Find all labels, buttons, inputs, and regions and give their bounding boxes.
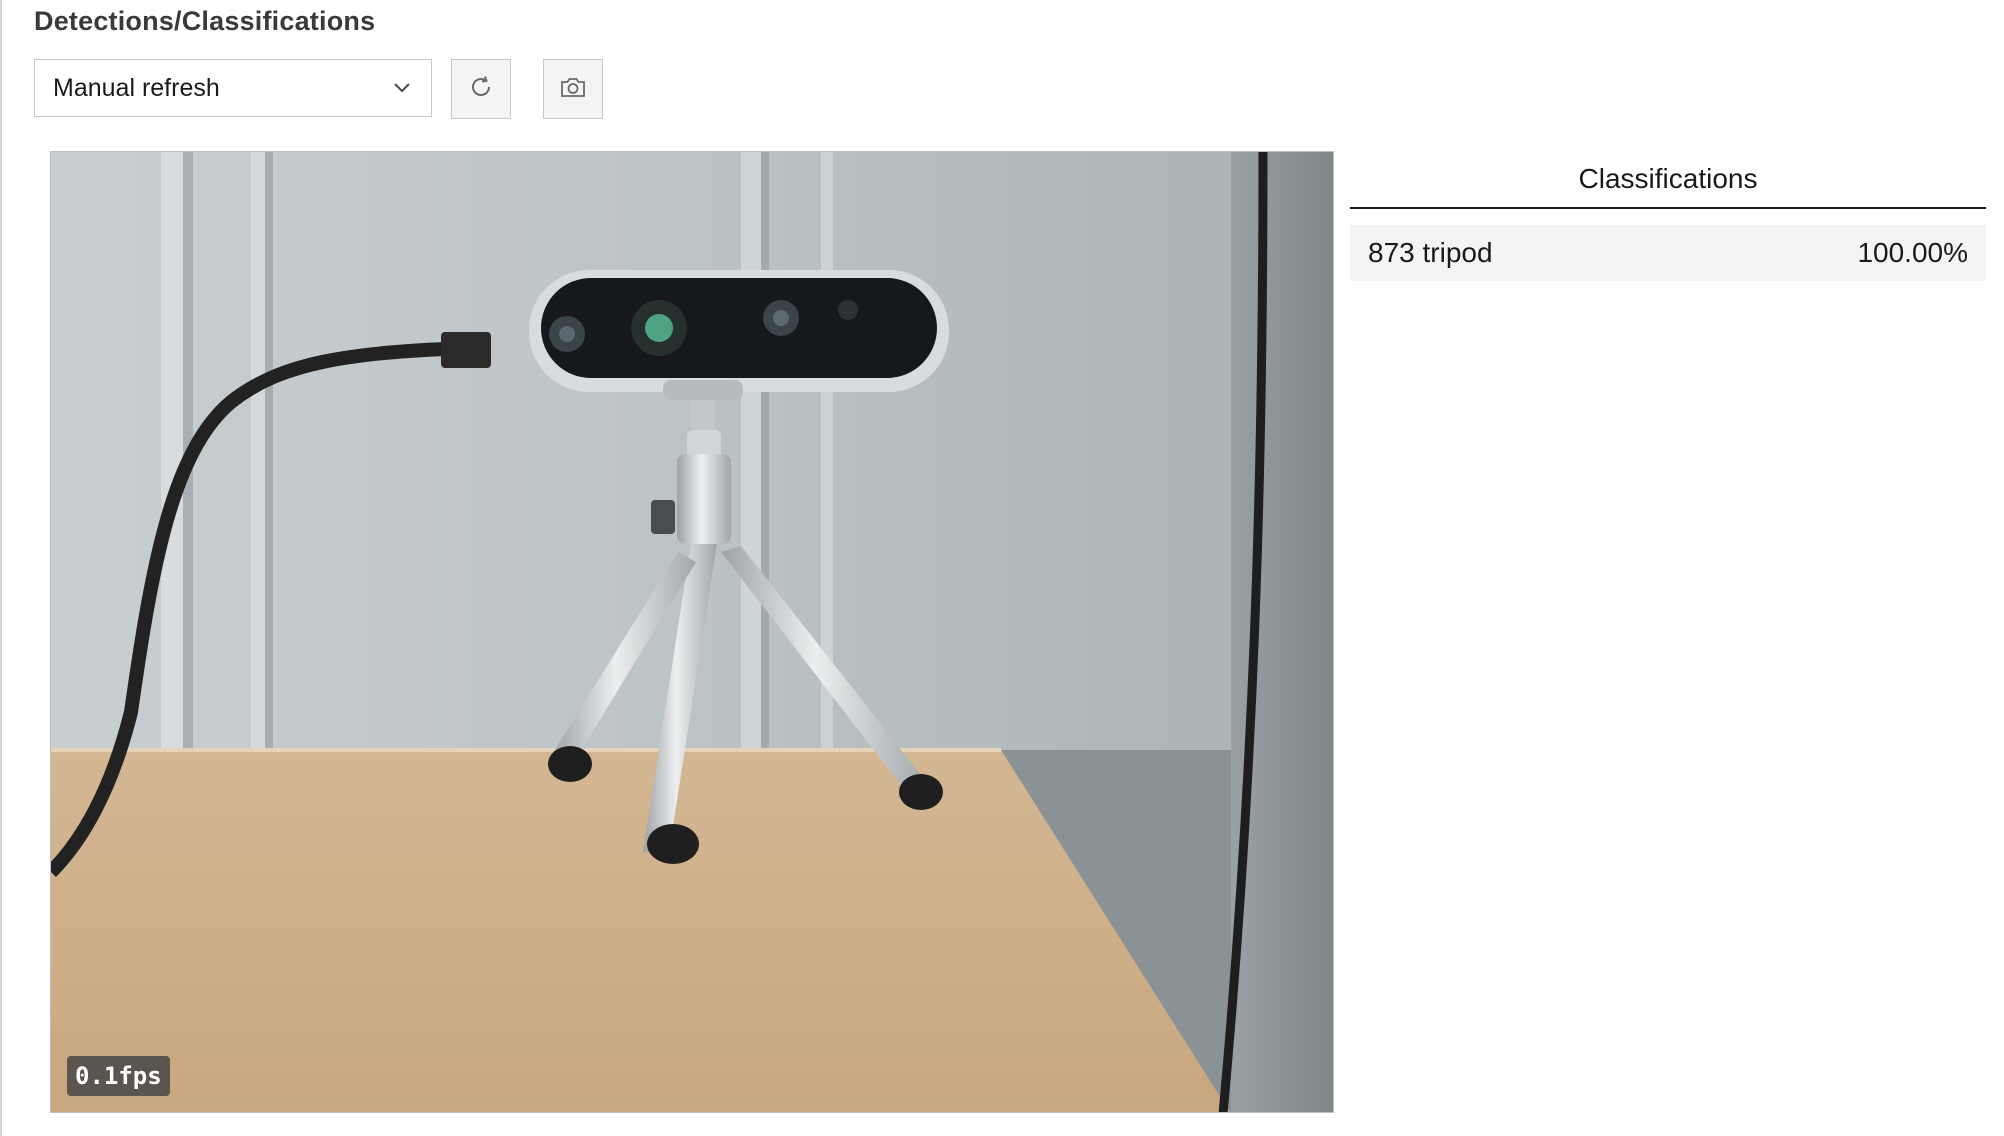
classification-score: 100.00% xyxy=(1857,237,1968,268)
detections-page: Detections/Classifications Manual refres… xyxy=(0,0,2004,1136)
left-border xyxy=(0,0,2,1136)
classification-label: 873 tripod xyxy=(1368,237,1493,268)
classifications-header: Classifications xyxy=(1350,151,1986,209)
classification-row: 873 tripod 100.00% xyxy=(1350,225,1986,281)
camera-icon xyxy=(559,74,587,105)
snapshot-button[interactable] xyxy=(543,59,603,119)
fps-badge: 0.1fps xyxy=(67,1056,170,1096)
refresh-mode-value: Manual refresh xyxy=(53,73,220,102)
chevron-down-icon xyxy=(391,77,413,99)
camera-stream-image: 0.1fps xyxy=(50,151,1334,1113)
classifications-panel: Classifications 873 tripod 100.00% xyxy=(1350,151,1986,281)
page-title: Detections/Classifications xyxy=(34,6,376,36)
refresh-icon xyxy=(468,74,494,105)
camera-frame xyxy=(51,152,1333,1112)
refresh-button[interactable] xyxy=(451,59,511,119)
refresh-mode-select[interactable]: Manual refresh xyxy=(34,59,432,117)
